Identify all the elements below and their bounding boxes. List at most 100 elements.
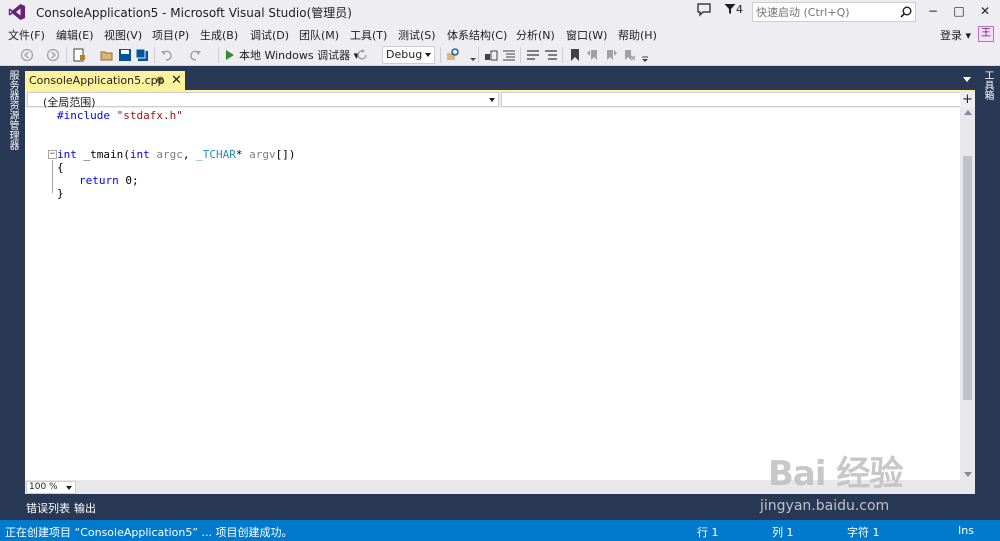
code-token: []) (275, 148, 296, 161)
scroll-up-icon[interactable] (964, 110, 972, 115)
scrollbar-thumb[interactable] (963, 156, 972, 400)
code-token: _TCHAR (196, 148, 236, 161)
menu-build[interactable]: 生成(B) (200, 27, 238, 43)
format-document-icon[interactable] (502, 48, 516, 62)
code-token: int (129, 148, 150, 161)
watermark-logo: Bai 经验 (768, 454, 903, 494)
close-window-button[interactable]: ✕ (972, 2, 998, 20)
zoom-select[interactable]: 100 % (26, 481, 76, 494)
code-line-3: int _tmain(int argc, _TCHAR* argv[]) (57, 148, 295, 161)
toolbox-tab[interactable]: 工具箱 (980, 70, 994, 100)
menu-team[interactable]: 团队(M) (299, 27, 339, 43)
menu-debug[interactable]: 调试(D) (250, 27, 289, 43)
play-icon (226, 50, 234, 60)
filter-icon[interactable] (724, 3, 736, 15)
chevron-down-icon (66, 486, 72, 490)
code-token: int (57, 148, 77, 161)
sign-in-label: 登录 (940, 29, 962, 42)
clear-bookmarks-icon[interactable] (622, 48, 636, 62)
status-line: 行 1 (697, 526, 719, 539)
visual-studio-logo-icon (8, 4, 26, 20)
toolbar-separator (154, 47, 155, 63)
bookmark-icon[interactable] (568, 48, 582, 62)
menu-view[interactable]: 视图(V) (104, 27, 142, 43)
redo-icon[interactable] (188, 48, 202, 62)
search-icon[interactable] (900, 6, 912, 18)
next-bookmark-icon[interactable] (604, 48, 618, 62)
collapse-region-icon[interactable]: − (48, 150, 57, 159)
configuration-value: Debug (386, 48, 423, 61)
save-all-icon[interactable] (135, 48, 149, 62)
navigation-bar: (全局范围) (25, 92, 975, 109)
menu-analyze[interactable]: 分析(N) (516, 27, 555, 43)
start-debugging-button[interactable]: 本地 Windows 调试器 ▾ (226, 47, 359, 63)
toolbar-options-icon[interactable] (638, 48, 652, 62)
code-token: argc (149, 148, 183, 161)
close-tab-icon[interactable]: ✕ (171, 73, 182, 88)
watermark-url: jingyan.baidu.com (760, 498, 890, 514)
member-dropdown[interactable] (501, 92, 973, 107)
document-tab-title: ConsoleApplication5.cpp (29, 74, 165, 87)
class-view-icon[interactable] (484, 48, 498, 62)
comment-icon[interactable] (526, 48, 540, 62)
toolbar-separator (218, 47, 219, 63)
user-avatar[interactable]: 王 (978, 26, 994, 42)
toolbar-separator (440, 47, 441, 63)
code-token: "stdafx.h" (116, 109, 183, 122)
menu-file[interactable]: 文件(F) (8, 27, 45, 43)
menu-architecture[interactable]: 体系结构(C) (447, 27, 507, 43)
vertical-scrollbar[interactable] (960, 108, 975, 480)
solution-configuration-select[interactable]: Debug (382, 46, 435, 64)
save-icon[interactable] (118, 48, 132, 62)
new-project-icon[interactable] (72, 48, 86, 62)
maximize-button[interactable]: □ (946, 2, 972, 20)
code-line-1: #include "stdafx.h" (57, 109, 183, 122)
code-line-6: } (57, 187, 64, 200)
zoom-value: 100 % (29, 482, 58, 492)
tab-output[interactable]: 输出 (74, 500, 96, 516)
uncomment-icon[interactable] (544, 48, 558, 62)
title-bar: ConsoleApplication5 - Microsoft Visual S… (0, 0, 1000, 24)
tab-error-list[interactable]: 错误列表 (26, 500, 70, 516)
start-debugging-label: 本地 Windows 调试器 (239, 49, 351, 62)
undo-icon[interactable] (160, 48, 174, 62)
menu-tools[interactable]: 工具(T) (350, 27, 387, 43)
server-explorer-tab[interactable]: 服务器资源管理器 (5, 70, 19, 150)
previous-bookmark-icon[interactable] (586, 48, 600, 62)
right-tool-strip (975, 66, 1000, 520)
baidu-watermark: Bai 经验 jingyan.baidu.com (758, 438, 968, 518)
code-line-5: return 0; (79, 174, 139, 187)
chevron-down-icon (489, 98, 495, 102)
navigate-forward-icon[interactable] (46, 48, 60, 62)
tab-list-dropdown-icon[interactable] (963, 77, 971, 82)
status-insert-mode: Ins (958, 524, 974, 537)
menu-project[interactable]: 项目(P) (152, 27, 189, 43)
document-tab[interactable]: ConsoleApplication5.cpp ⊕ ✕ (25, 71, 185, 90)
minimize-button[interactable]: − (920, 2, 946, 20)
code-area[interactable]: #include "stdafx.h" − int _tmain(int arg… (25, 108, 957, 488)
notification-count: 4 (736, 3, 743, 16)
navigate-back-icon[interactable] (20, 48, 34, 62)
menu-help[interactable]: 帮助(H) (618, 27, 657, 43)
menu-edit[interactable]: 编辑(E) (56, 27, 94, 43)
quick-launch-box[interactable] (752, 2, 916, 22)
find-in-files-icon[interactable] (446, 48, 460, 62)
menu-bar: 文件(F) 编辑(E) 视图(V) 项目(P) 生成(B) 调试(D) 团队(M… (0, 24, 1000, 44)
open-file-icon[interactable] (100, 48, 114, 62)
toolbar-separator (478, 47, 479, 63)
scope-dropdown[interactable]: (全局范围) (27, 92, 499, 109)
pin-icon[interactable]: ⊕ (156, 75, 164, 86)
menu-window[interactable]: 窗口(W) (566, 27, 607, 43)
toolbar-separator (562, 47, 563, 63)
refresh-icon[interactable] (355, 48, 369, 62)
sign-in-link[interactable]: 登录 ▾ (940, 27, 971, 43)
menu-test[interactable]: 测试(S) (398, 27, 436, 43)
split-editor-button[interactable]: + (960, 92, 975, 108)
quick-launch-input[interactable] (756, 4, 896, 20)
code-token: * (235, 148, 250, 161)
notification-icon[interactable] (697, 3, 711, 17)
status-bar: 正在创建项目 “ConsoleApplication5” ... 项目创建成功。… (0, 520, 1000, 541)
code-editor[interactable]: (全局范围) + #include "stdafx.h" − int _tmai… (25, 92, 975, 494)
code-token: argv (249, 148, 276, 161)
toolbar-separator (520, 47, 521, 63)
